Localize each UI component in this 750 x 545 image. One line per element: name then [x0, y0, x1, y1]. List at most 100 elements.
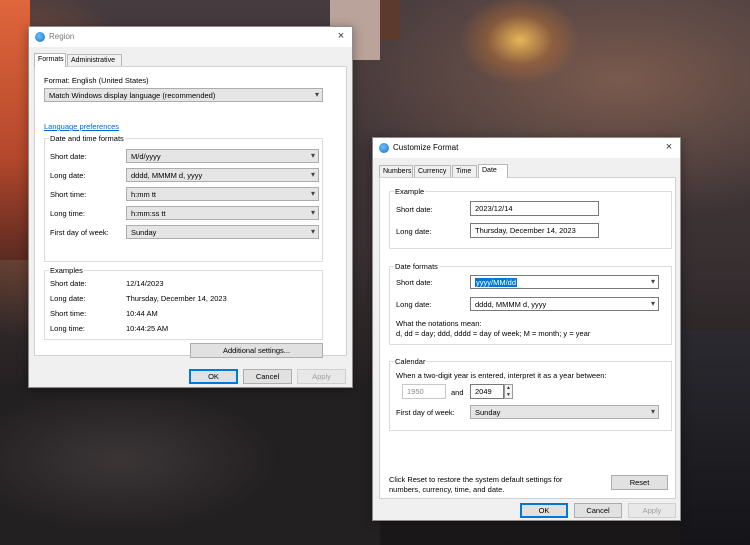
customize-close-icon[interactable]: ×: [662, 140, 676, 154]
short-date-value: yyyy/MM/dd: [475, 278, 518, 287]
additional-settings-button[interactable]: Additional settings...: [190, 343, 323, 358]
long-date-value: dddd, MMMM d, yyyy: [475, 300, 547, 309]
customize-titlebar: Customize Format ×: [373, 138, 680, 158]
region-window: Region × Formats Administrative Format: …: [28, 26, 353, 388]
year-from-value: 1950: [407, 387, 424, 396]
format-dropdown-value: Match Windows display language (recommen…: [49, 91, 216, 100]
tab-date[interactable]: Date: [478, 164, 508, 178]
region-ok-button[interactable]: OK: [189, 369, 238, 384]
customize-date-panel: Example Short date: 2023/12/14 Long date…: [379, 177, 676, 499]
example-label: Short time:: [50, 309, 87, 318]
customize-cancel-button[interactable]: Cancel: [574, 503, 622, 518]
region-apply-button[interactable]: Apply: [297, 369, 346, 384]
customize-format-window: Customize Format × Numbers Currency Time…: [372, 137, 681, 521]
customize-ok-button[interactable]: OK: [520, 503, 568, 518]
wallpaper-tree: [0, 0, 30, 260]
example-short-date-value: 2023/12/14: [475, 204, 513, 213]
long-time-value: h:mm:ss tt: [131, 209, 166, 218]
example-label: Long date:: [50, 294, 86, 303]
long-date-label: Long date:: [50, 171, 86, 180]
short-time-value: h:mm tt: [131, 190, 157, 199]
example-value: Thursday, December 14, 2023: [126, 294, 227, 303]
chevron-down-icon: ▾: [310, 151, 315, 160]
first-day-of-week-dropdown[interactable]: Sunday ▾: [470, 405, 659, 419]
region-titlebar: Region ×: [29, 27, 352, 47]
example-long-date-field: Thursday, December 14, 2023: [470, 223, 599, 238]
tab-formats[interactable]: Formats: [34, 53, 66, 67]
wallpaper-water: [680, 330, 750, 545]
example-group: Example Short date: 2023/12/14 Long date…: [389, 187, 672, 249]
region-globe-icon: [35, 32, 45, 42]
wallpaper-rocks: [0, 380, 380, 545]
short-date-label: Short date:: [396, 278, 433, 287]
example-long-date-value: Thursday, December 14, 2023: [475, 226, 576, 235]
customize-apply-button[interactable]: Apply: [628, 503, 676, 518]
example-label: Short date:: [50, 279, 87, 288]
example-title: Example: [394, 187, 426, 196]
notations-text: d, dd = day; ddd, dddd = day of week; M …: [396, 329, 591, 338]
calendar-group: Calendar When a two-digit year is entere…: [389, 357, 672, 431]
format-dropdown[interactable]: Match Windows display language (recommen…: [44, 88, 323, 102]
tab-time[interactable]: Time: [452, 165, 477, 177]
spin-down-icon[interactable]: ▼: [505, 392, 512, 399]
short-date-label: Short date:: [50, 152, 87, 161]
region-cancel-button[interactable]: Cancel: [243, 369, 292, 384]
short-time-dropdown[interactable]: h:mm tt ▾: [126, 187, 319, 201]
example-short-date-field: 2023/12/14: [470, 201, 599, 216]
customize-globe-icon: [379, 143, 389, 153]
long-date-dropdown[interactable]: dddd, MMMM d, yyyy ▾: [126, 168, 319, 182]
region-close-icon[interactable]: ×: [334, 29, 348, 43]
wallpaper-building-dark: [380, 0, 400, 40]
example-long-date-label: Long date:: [396, 227, 432, 236]
first-day-of-week-label: First day of week:: [396, 408, 455, 417]
reset-description-line1: Click Reset to restore the system defaul…: [389, 475, 563, 484]
short-date-dropdown[interactable]: M/d/yyyy ▾: [126, 149, 319, 163]
region-formats-panel: Format: English (United States) Match Wi…: [34, 66, 347, 358]
chevron-down-icon: ▾: [650, 407, 655, 416]
chevron-down-icon: ▾: [650, 277, 655, 286]
chevron-down-icon: ▾: [310, 227, 315, 236]
long-date-label: Long date:: [396, 300, 432, 309]
first-day-of-week-dropdown[interactable]: Sunday ▾: [126, 225, 319, 239]
first-day-of-week-value: Sunday: [131, 228, 157, 237]
spin-up-icon[interactable]: ▲: [505, 385, 512, 392]
long-time-dropdown[interactable]: h:mm:ss tt ▾: [126, 206, 319, 220]
short-date-combo[interactable]: yyyy/MM/dd ▾: [470, 275, 659, 289]
tab-administrative[interactable]: Administrative: [67, 54, 122, 66]
language-preferences-link[interactable]: Language preferences: [44, 122, 119, 131]
and-label: and: [451, 388, 464, 397]
date-time-formats-group: Date and time formats Short date: M/d/yy…: [44, 134, 323, 262]
example-value: 12/14/2023: [126, 279, 164, 288]
reset-button[interactable]: Reset: [611, 475, 668, 490]
examples-title: Examples: [49, 266, 84, 275]
customize-tabs: Numbers Currency Time Date: [379, 164, 579, 178]
example-label: Long time:: [50, 324, 86, 333]
calendar-title: Calendar: [394, 357, 427, 366]
year-spinner[interactable]: ▲ ▼: [504, 384, 513, 399]
date-formats-title: Date formats: [394, 262, 439, 271]
example-short-date-label: Short date:: [396, 205, 433, 214]
tab-numbers[interactable]: Numbers: [379, 165, 413, 177]
chevron-down-icon: ▾: [310, 189, 315, 198]
short-date-combo-text: yyyy/MM/dd: [475, 278, 518, 287]
year-to-field[interactable]: 2049: [470, 384, 504, 399]
chevron-down-icon: ▾: [310, 208, 315, 217]
long-date-value: dddd, MMMM d, yyyy: [131, 171, 203, 180]
example-value: 10:44 AM: [126, 309, 158, 318]
date-time-formats-title: Date and time formats: [49, 134, 125, 143]
chevron-down-icon: ▾: [314, 90, 319, 99]
short-date-value: M/d/yyyy: [131, 152, 161, 161]
date-formats-group: Date formats Short date: yyyy/MM/dd ▾ Lo…: [389, 262, 672, 345]
calendar-description: When a two-digit year is entered, interp…: [396, 371, 607, 380]
year-to-value: 2049: [475, 387, 492, 396]
format-label: Format: English (United States): [44, 76, 149, 85]
first-day-of-week-value: Sunday: [475, 408, 501, 417]
year-from-field: 1950: [402, 384, 446, 399]
tab-currency[interactable]: Currency: [414, 165, 451, 177]
long-time-label: Long time:: [50, 209, 86, 218]
example-value: 10:44:25 AM: [126, 324, 169, 333]
short-time-label: Short time:: [50, 190, 87, 199]
long-date-combo[interactable]: dddd, MMMM d, yyyy ▾: [470, 297, 659, 311]
reset-description-line2: numbers, currency, time, and date.: [389, 485, 505, 494]
customize-window-title: Customize Format: [393, 143, 459, 152]
